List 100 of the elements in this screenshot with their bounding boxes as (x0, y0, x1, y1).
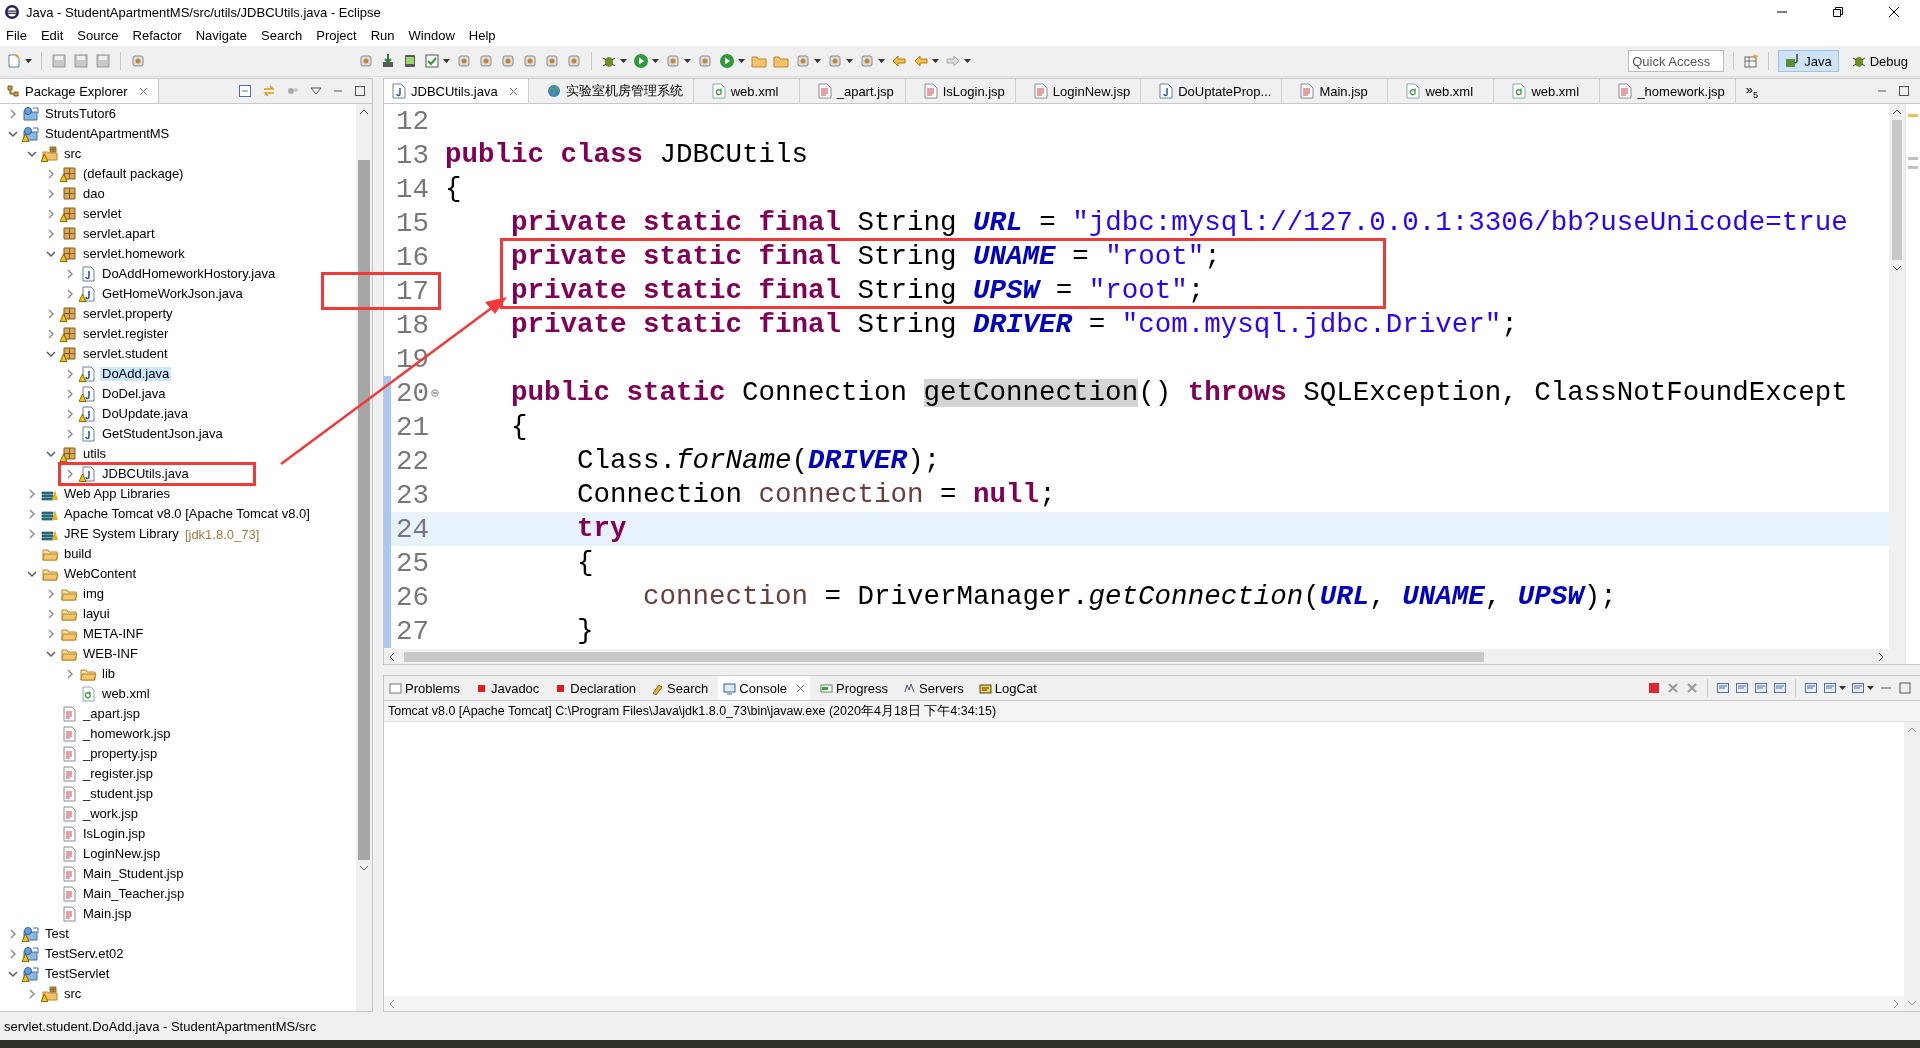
caret-icon[interactable] (443, 59, 450, 63)
tree-item[interactable]: (default package) (81, 167, 186, 181)
view-tab[interactable]: Progress (815, 676, 894, 700)
tree-item[interactable]: DoDel.java (100, 387, 168, 401)
chevron-right-icon[interactable] (46, 229, 56, 239)
tree-item[interactable]: servlet.register (81, 327, 171, 341)
chevron-down-icon[interactable] (46, 649, 56, 659)
download-icon[interactable] (380, 53, 396, 69)
chevron-right-icon[interactable] (46, 309, 56, 319)
chevron-right-icon[interactable] (65, 469, 75, 479)
tree-item[interactable]: Web App Libraries (62, 487, 172, 501)
scroll-thumb[interactable] (358, 160, 370, 860)
perspective-button[interactable]: Debug (1844, 51, 1914, 71)
tree-item[interactable]: Main_Student.jsp (81, 867, 186, 881)
tree-item[interactable]: DoUpdate.java (100, 407, 190, 421)
back-arrow-icon[interactable] (891, 53, 907, 69)
tree-item[interactable]: Test (43, 927, 71, 941)
editor-tab[interactable]: 实验室机房管理系统 (538, 79, 694, 103)
chevron-right-icon[interactable] (46, 169, 56, 179)
tree-item[interactable]: servlet.homework (81, 247, 187, 261)
chevron-down-icon[interactable] (27, 149, 37, 159)
tree-item[interactable]: utils (81, 447, 109, 461)
tree-item[interactable]: lib (100, 667, 117, 681)
tree-item[interactable]: build (62, 547, 94, 561)
stop-icon[interactable] (1647, 681, 1661, 695)
caret-icon[interactable] (1867, 686, 1874, 690)
chevron-down-icon[interactable] (27, 569, 37, 579)
chevron-down-icon[interactable] (46, 449, 56, 459)
chevron-right-icon[interactable] (65, 269, 75, 279)
maximize-icon[interactable] (354, 85, 366, 97)
tree-item[interactable]: _work.jsp (81, 807, 140, 821)
caret-icon[interactable] (738, 59, 745, 63)
view-tab[interactable]: Javadoc (469, 676, 545, 700)
caret-icon[interactable] (932, 59, 939, 63)
caret-icon[interactable] (964, 59, 971, 63)
tree-item[interactable]: dao (81, 187, 107, 201)
more-tabs-button[interactable]: »$_{5}$ (1745, 82, 1759, 100)
editor-tab[interactable]: DoUptateProp... (1151, 79, 1283, 103)
menu-item[interactable]: Window (408, 27, 455, 43)
caret-icon[interactable] (846, 59, 853, 63)
chevron-right-icon[interactable] (46, 629, 56, 639)
scrollbar[interactable] (356, 104, 372, 1011)
tree-item[interactable]: JRE System Library (62, 527, 181, 541)
view-tab[interactable]: Problems (384, 676, 465, 700)
tree-item[interactable]: _property.jsp (81, 747, 160, 761)
scroll-thumb[interactable] (404, 651, 1484, 662)
menu-item[interactable]: Edit (40, 27, 64, 43)
perspective-button[interactable]: Java (1778, 50, 1839, 72)
chevron-down-icon[interactable] (46, 249, 56, 259)
tree-item[interactable]: servlet.property (81, 307, 175, 321)
package-explorer-tab[interactable]: Package Explorer (0, 79, 159, 103)
menu-item[interactable]: Project (316, 27, 357, 43)
menu-item[interactable]: Refactor (132, 27, 182, 43)
menu-item[interactable]: File (6, 27, 27, 43)
editor-tab[interactable]: IsLogin.jsp (915, 79, 1016, 103)
tree-item[interactable]: GetHomeWorkJson.java (100, 287, 245, 301)
chevron-right-icon[interactable] (46, 329, 56, 339)
editor-tab[interactable]: web.xml (1504, 79, 1601, 103)
run-icon[interactable] (633, 53, 649, 69)
tree-item[interactable]: img (81, 587, 106, 601)
editor-tab[interactable]: _homework.jsp (1610, 79, 1736, 103)
close-icon[interactable] (1888, 6, 1900, 18)
editor-tab[interactable]: web.xml (1398, 79, 1495, 103)
tree-item[interactable]: Apache Tomcat v8.0 [Apache Tomcat v8.0] (62, 507, 312, 521)
menu-item[interactable]: Help (468, 27, 496, 43)
tree-item[interactable]: DoAddHomeworkHostory.java (100, 267, 278, 281)
scroll-down-icon[interactable] (1892, 264, 1902, 272)
tree-item[interactable]: _homework.jsp (81, 727, 173, 741)
phone-icon[interactable] (402, 53, 418, 69)
tree-item[interactable]: Main.jsp (81, 907, 134, 921)
menu-item[interactable]: Navigate (195, 27, 247, 43)
chevron-right-icon[interactable] (27, 529, 37, 539)
menu-item[interactable]: Run (370, 27, 395, 43)
scroll-thumb[interactable] (1892, 120, 1902, 260)
chevron-right-icon[interactable] (65, 369, 75, 379)
chevron-right-icon[interactable] (46, 609, 56, 619)
collapse-all-icon[interactable] (238, 84, 252, 98)
chevron-right-icon[interactable] (46, 589, 56, 599)
tree-item[interactable]: _apart.jsp (81, 707, 143, 721)
chevron-right-icon[interactable] (65, 389, 75, 399)
caret-icon[interactable] (1839, 686, 1846, 690)
tree-item[interactable]: servlet.student (81, 347, 170, 361)
editor-tab[interactable]: JDBCUtils.java (384, 79, 529, 103)
tree-item[interactable]: DoAdd.java (100, 367, 172, 381)
scroll-down-icon[interactable] (359, 864, 369, 872)
scrollbar[interactable] (384, 649, 1889, 664)
scroll-up-icon[interactable] (359, 108, 369, 116)
chevron-right-icon[interactable] (65, 409, 75, 419)
tree-item[interactable]: META-INF (81, 627, 146, 641)
remove-icon[interactable] (1666, 681, 1680, 695)
print-icon[interactable] (95, 53, 111, 69)
save-icon[interactable] (51, 53, 67, 69)
chevron-right-icon[interactable] (65, 289, 75, 299)
tree-item[interactable]: _student.jsp (81, 787, 156, 801)
link-icon[interactable] (262, 84, 276, 98)
checkbox-icon[interactable] (424, 53, 440, 69)
tree-item[interactable]: StudentApartmentMS (43, 127, 172, 141)
tree-item[interactable]: Main_Teacher.jsp (81, 887, 187, 901)
tree-item[interactable]: TestServ.et02 (43, 947, 126, 961)
monitor-icon[interactable] (1823, 681, 1837, 695)
